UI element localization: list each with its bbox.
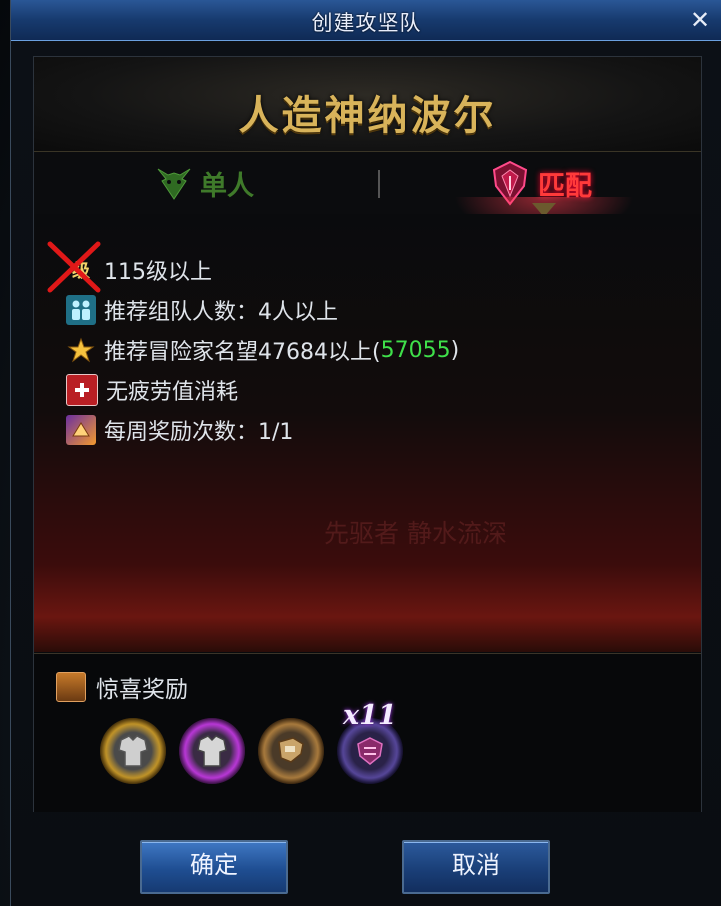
raid-header: 人造神纳波尔 bbox=[34, 57, 701, 151]
current-fame-value: 57055 bbox=[380, 337, 451, 363]
weekly-count-text: 每周奖励次数：1/1 bbox=[104, 420, 294, 445]
title-bar[interactable]: 创建攻坚队 ✕ bbox=[11, 0, 721, 41]
party-size-text: 推荐组队人数：4人以上 bbox=[104, 300, 338, 325]
requirement-fatigue: 无疲劳值消耗 bbox=[66, 370, 459, 410]
reward-item-gauntlet[interactable] bbox=[258, 718, 324, 784]
team-icon bbox=[66, 295, 96, 325]
fame-requirement-text: 推荐冒险家名望47684以上( bbox=[104, 340, 381, 365]
fame-icon bbox=[66, 335, 96, 365]
confirm-button[interactable]: 确定 bbox=[140, 840, 288, 894]
requirement-party-size: 推荐组队人数：4人以上 bbox=[66, 290, 459, 330]
window-title: 创建攻坚队 bbox=[311, 11, 422, 35]
treasure-chest-icon bbox=[56, 672, 86, 702]
reward-item-emblem[interactable]: x11 bbox=[337, 700, 403, 784]
reward-items: x11 bbox=[100, 700, 416, 784]
reward-item-armor-gold[interactable] bbox=[100, 718, 166, 784]
tab-divider bbox=[378, 170, 380, 198]
requirement-level: 级 115级以上 bbox=[66, 250, 459, 290]
background-text: 先驱者 静水流深 bbox=[324, 519, 507, 548]
requirement-weekly: 每周奖励次数：1/1 bbox=[66, 410, 459, 450]
create-raid-window: 创建攻坚队 ✕ 人造神纳波尔 单人 匹配 先驱者 静水流深 115级以上 推荐组… bbox=[10, 0, 721, 906]
raid-name: 人造神纳波尔 bbox=[238, 92, 497, 139]
tab-solo[interactable]: 单人 bbox=[154, 152, 254, 214]
weekly-reward-icon bbox=[66, 415, 96, 445]
requirements-area: 先驱者 静水流深 级 115级以上 推荐组队人数：4人以上 bbox=[34, 214, 701, 652]
red-x-mark-icon bbox=[47, 241, 101, 293]
reward-item-armor-purple[interactable] bbox=[179, 718, 245, 784]
level-requirement-text: 115级以上 bbox=[104, 260, 212, 285]
demon-head-icon bbox=[157, 168, 191, 200]
armor-icon bbox=[118, 735, 148, 767]
fatigue-text: 无疲劳值消耗 bbox=[106, 380, 239, 405]
close-button[interactable]: ✕ bbox=[686, 6, 714, 34]
raid-panel: 人造神纳波尔 单人 匹配 先驱者 静水流深 115级以上 推荐组队人数：4人以上… bbox=[33, 56, 702, 812]
emblem-icon bbox=[357, 737, 383, 765]
reward-item-count: x11 bbox=[343, 700, 397, 731]
armor-icon bbox=[197, 735, 227, 767]
gauntlet-icon bbox=[278, 737, 304, 763]
reward-section: 惊喜奖励 x11 bbox=[34, 653, 701, 812]
tab-solo-label: 单人 bbox=[200, 170, 254, 202]
fatigue-icon bbox=[66, 374, 98, 406]
requirement-fame: 推荐冒险家名望47684以上(57055) bbox=[66, 330, 459, 370]
cancel-button[interactable]: 取消 bbox=[402, 840, 550, 894]
reward-title: 惊喜奖励 bbox=[96, 677, 188, 703]
fame-suffix: ) bbox=[450, 337, 460, 363]
reward-header: 惊喜奖励 bbox=[56, 670, 188, 704]
requirements-list: 级 115级以上 推荐组队人数：4人以上 推荐冒险家名望47684以上(5705… bbox=[47, 241, 459, 450]
